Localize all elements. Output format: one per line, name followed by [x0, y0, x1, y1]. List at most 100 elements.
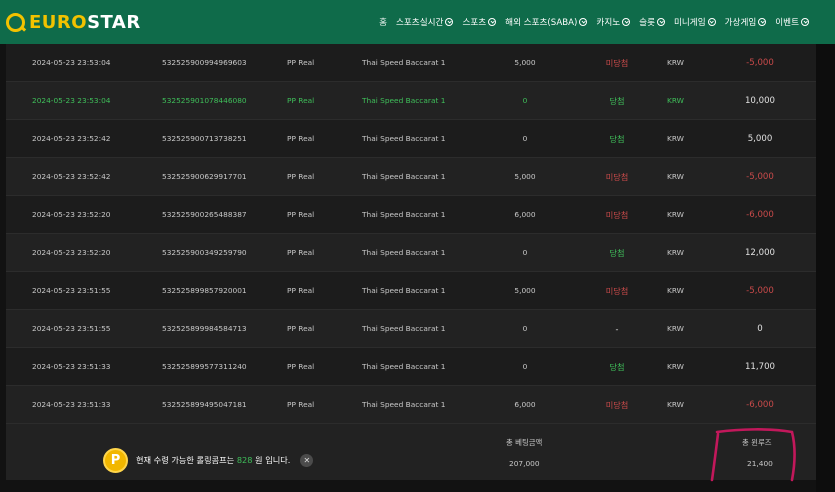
win-loss-amount: 11,700: [744, 362, 776, 372]
table-row: 2024-05-23 23:52:20 532525900265488387 PP …: [6, 196, 816, 234]
table-row: 2024-05-23 23:51:55 532525899984584713 PP …: [6, 310, 816, 348]
currency: KRW: [667, 210, 684, 219]
nav-item-label: 해외 스포츠(SABA): [505, 18, 578, 28]
bet-result: 미당첨: [605, 286, 629, 296]
provider: PP Real: [287, 400, 315, 409]
bet-result: 미당첨: [605, 210, 629, 220]
eurostar-logo[interactable]: EUROSTAR: [6, 0, 141, 44]
chevron-down-icon: [801, 18, 809, 26]
table-row: 2024-05-23 23:51:33 532525899495047181 PP …: [6, 386, 816, 424]
bet-result: -: [615, 324, 619, 334]
bet-date: 2024-05-23 23:51:55: [32, 324, 111, 333]
bet-id: 532525899984584713: [162, 324, 247, 333]
game-name: Thai Speed Baccarat 1: [362, 172, 446, 181]
bet-amount: 6,000: [514, 210, 536, 219]
bet-amount: 0: [522, 248, 528, 257]
bet-history-table: 총 베팅금액 207,000 총 윈루즈 21,400 2024-05-23 2…: [6, 44, 816, 480]
nav-item-label: 홈: [379, 18, 387, 28]
bet-id: 532525900265488387: [162, 210, 247, 219]
bet-amount: 0: [522, 362, 528, 371]
bet-id: 532525899495047181: [162, 400, 247, 409]
bet-id: 532525900713738251: [162, 134, 247, 143]
win-loss-amount: -6,000: [746, 400, 774, 410]
bet-date: 2024-05-23 23:51:33: [32, 400, 111, 409]
total-bet-label: 총 베팅금액: [506, 438, 543, 447]
rolling-comp-notice: P 현재 수령 가능한 롤링콤프는 828 원 입니다. ✕: [103, 447, 314, 473]
game-name: Thai Speed Baccarat 1: [362, 210, 446, 219]
table-row: 2024-05-23 23:51:55 532525899857920001 PP …: [6, 272, 816, 310]
nav-item-label: 카지노: [596, 18, 621, 28]
bet-amount: 5,000: [514, 172, 536, 181]
currency: KRW: [667, 248, 684, 257]
provider: PP Real: [287, 172, 315, 181]
game-name: Thai Speed Baccarat 1: [362, 400, 446, 409]
close-icon[interactable]: ✕: [300, 453, 314, 467]
bet-date: 2024-05-23 23:52:20: [32, 210, 111, 219]
top-header: EUROSTAR 홈 스포츠실시간 스포츠 해외 스포츠(SABA) 카지노 슬롯 미니게임…: [0, 0, 835, 44]
provider: PP Real: [287, 58, 315, 67]
chevron-down-icon: [622, 18, 631, 26]
bet-amount: 0: [522, 324, 528, 333]
currency: KRW: [667, 58, 684, 67]
total-win-loss-value: 21,400: [747, 459, 773, 468]
chevron-down-icon: [579, 18, 588, 26]
table-row: 2024-05-23 23:52:42 532525900713738251 PP …: [6, 120, 816, 158]
provider: PP Real: [287, 362, 315, 371]
currency: KRW: [667, 362, 684, 371]
nav-item-label: 슬롯: [639, 18, 655, 28]
bet-amount: 0: [522, 96, 528, 105]
bet-id: 532525900349259790: [162, 248, 247, 257]
page-scrollbar[interactable]: [816, 44, 835, 492]
bet-date: 2024-05-23 23:51:33: [32, 362, 111, 371]
nav-item-0[interactable]: 홈: [379, 16, 387, 28]
game-name: Thai Speed Baccarat 1: [362, 324, 446, 333]
provider: PP Real: [287, 324, 315, 333]
chevron-down-icon: [707, 18, 716, 26]
nav-item-label: 가상게임: [724, 18, 757, 28]
bet-id: 532525901078446080: [162, 96, 247, 105]
total-win-loss-label: 총 윈루즈: [742, 438, 772, 447]
win-loss-amount: 12,000: [744, 248, 776, 258]
win-loss-amount: 5,000: [747, 134, 773, 144]
bet-result: 당첨: [609, 362, 625, 372]
bet-amount: 5,000: [514, 58, 536, 67]
win-loss-amount: 10,000: [744, 96, 776, 106]
nav-item-label: 스포츠실시간: [395, 18, 444, 28]
point-coin-icon: P: [103, 447, 128, 473]
nav-item-8[interactable]: 이벤트: [775, 16, 809, 28]
bet-amount: 0: [522, 134, 528, 143]
bet-result: 당첨: [609, 248, 625, 258]
nav-item-label: 이벤트: [775, 18, 799, 28]
provider: PP Real: [287, 134, 315, 143]
bet-id: 532525900629917701: [162, 172, 247, 181]
bet-date: 2024-05-23 23:52:20: [32, 248, 111, 257]
nav-item-6[interactable]: 미니게임: [674, 16, 716, 28]
logo-suffix: STAR: [87, 11, 141, 33]
bet-result: 당첨: [609, 134, 625, 144]
rolling-comp-message: 현재 수령 가능한 롤링콤프는 828 원 입니다.: [136, 454, 290, 466]
bet-amount: 5,000: [514, 286, 536, 295]
game-name: Thai Speed Baccarat 1: [362, 134, 446, 143]
bet-result: 미당첨: [605, 58, 629, 68]
currency: KRW: [667, 96, 684, 105]
nav-item-5[interactable]: 슬롯: [639, 16, 665, 28]
nav-item-7[interactable]: 가상게임: [725, 16, 767, 28]
nav-item-label: 스포츠: [462, 18, 487, 28]
table-row: 2024-05-23 23:52:20 532525900349259790 PP …: [6, 234, 816, 272]
currency: KRW: [667, 172, 684, 181]
nav-item-label: 미니게임: [673, 18, 706, 28]
currency: KRW: [667, 134, 684, 143]
provider: PP Real: [287, 248, 315, 257]
nav-item-2[interactable]: 스포츠: [462, 16, 497, 28]
table-row: 2024-05-23 23:51:33 532525899577311240 PP …: [6, 348, 816, 386]
nav-item-4[interactable]: 카지노: [596, 16, 631, 28]
nav-item-1[interactable]: 스포츠실시간: [395, 16, 454, 28]
table-row: 2024-05-23 23:53:04 532525901078446080 PP …: [6, 82, 816, 120]
nav-item-3[interactable]: 해외 스포츠(SABA): [505, 16, 588, 28]
bet-date: 2024-05-23 23:51:55: [32, 286, 111, 295]
logo-ring-icon: [6, 12, 25, 32]
table-row: 2024-05-23 23:53:04 532525900994969603 PP …: [6, 44, 816, 82]
game-name: Thai Speed Baccarat 1: [362, 362, 446, 371]
provider: PP Real: [287, 96, 315, 105]
message-suffix: 원 입니다.: [252, 455, 291, 465]
